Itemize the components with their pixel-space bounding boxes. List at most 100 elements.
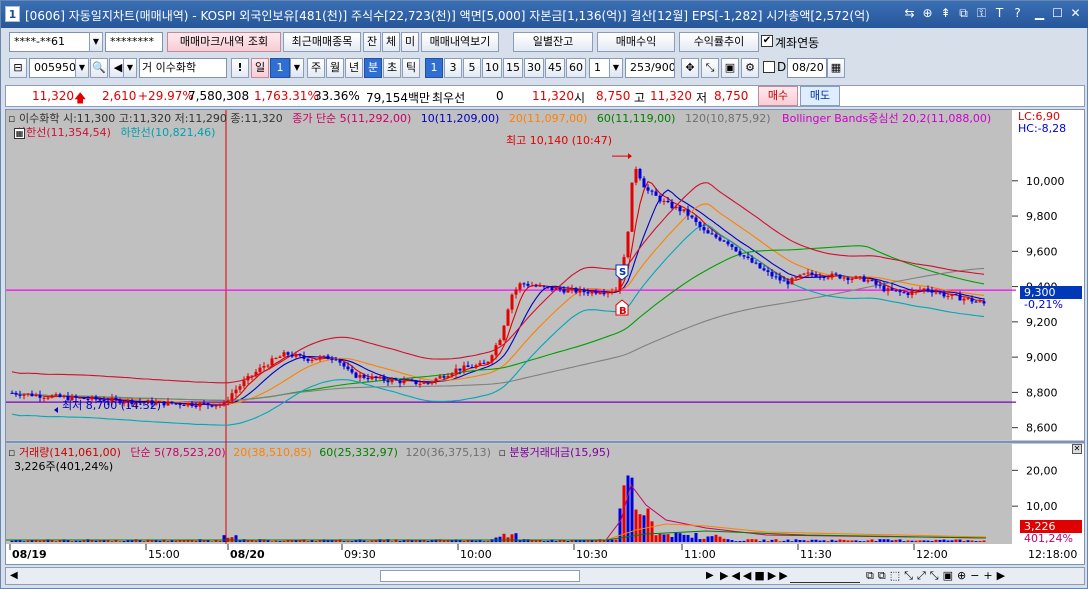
period-count[interactable]: 1 <box>270 58 290 78</box>
minimize-icon[interactable]: ▁ <box>1031 5 1048 22</box>
zoom-slider[interactable] <box>790 569 860 583</box>
draw-tool-icon[interactable]: ⤡ <box>701 58 719 78</box>
volume-bar <box>946 540 950 542</box>
font-size-icon[interactable]: T <box>991 5 1008 22</box>
play-icon[interactable]: ▶ <box>720 569 731 582</box>
maximize-icon[interactable]: ☐ <box>1049 5 1066 22</box>
zoom-out-icon[interactable]: − <box>970 569 983 582</box>
minute-10-button[interactable]: 10 <box>482 58 502 78</box>
minute-3-button[interactable]: 3 <box>444 58 462 78</box>
tab-unfilled[interactable]: 미 <box>401 32 419 52</box>
volume-bar <box>110 541 114 542</box>
period-tick-button[interactable]: 틱 <box>402 58 420 78</box>
date-checkbox[interactable] <box>763 61 775 73</box>
account-dropdown-icon[interactable]: ▼ <box>89 32 103 52</box>
period-count-dropdown-icon[interactable]: ▼ <box>290 58 304 78</box>
chart-window: 1 [0606] 자동일지차트(매매내역) - KOSPI 외국인보유[481(… <box>0 0 1088 589</box>
layout-icon[interactable]: ⧉ <box>866 569 878 582</box>
stock-name-field[interactable]: 거 이수화학 <box>139 58 227 78</box>
daily-balance-button[interactable]: 일별잔고 <box>513 32 593 52</box>
interval-dropdown-icon[interactable]: ▼ <box>609 58 623 78</box>
pin-top-icon[interactable]: ⇞ <box>937 5 954 22</box>
link-icon[interactable]: ⇆ <box>901 5 918 22</box>
zoom-in-icon[interactable]: + <box>983 569 996 582</box>
volume-bar <box>982 540 986 542</box>
minute-15-button[interactable]: 15 <box>503 58 523 78</box>
close-icon[interactable]: ✕ <box>1067 5 1084 22</box>
candle-down <box>374 376 378 379</box>
period-minute-button[interactable]: 분 <box>364 58 382 78</box>
trade-profit-button[interactable]: 매매수익 <box>597 32 675 52</box>
interval-select[interactable]: 1 <box>589 58 611 78</box>
candle-down <box>694 217 698 223</box>
mark-query-button[interactable]: 매매마크/내역 조회 <box>167 32 281 52</box>
password-input[interactable]: ******** <box>105 32 163 52</box>
bar-count-input[interactable]: 253/900 <box>625 58 675 78</box>
code-dropdown-icon[interactable]: ▼ <box>75 58 89 78</box>
date-input[interactable]: 08/20 <box>787 58 827 78</box>
candle-down <box>346 366 350 370</box>
copy-window-icon[interactable]: ⧉ <box>955 5 972 22</box>
split-icon[interactable]: ⧉ <box>878 569 890 582</box>
minute-45-button[interactable]: 45 <box>545 58 565 78</box>
volume-bar <box>910 540 914 542</box>
candle-down <box>338 359 342 363</box>
scroll-thumb[interactable] <box>380 570 580 582</box>
playback-controls[interactable]: ▶◀◀■▶▶ <box>720 569 791 582</box>
snapshot-icon[interactable]: ▣ <box>943 569 957 582</box>
chart-area[interactable]: 8,6008,8009,0009,2009,4009,6009,80010,00… <box>5 109 1085 565</box>
scroll-end-icon[interactable]: ▶ <box>997 569 1009 582</box>
volume-bar <box>546 540 550 542</box>
calendar-small-icon[interactable]: ▦ <box>14 128 25 139</box>
stop-icon[interactable]: ■ <box>754 569 767 582</box>
buy-button[interactable]: 매수 <box>758 86 798 106</box>
period-day-button[interactable]: 일 <box>251 58 269 78</box>
volume-bar <box>970 540 974 542</box>
search-zoom-icon[interactable]: ⊕ <box>957 569 970 582</box>
symbol-search-icon[interactable]: ⊟ <box>9 58 27 78</box>
candle-up <box>34 394 38 397</box>
period-second-button[interactable]: 초 <box>383 58 401 78</box>
period-year-button[interactable]: 년 <box>345 58 363 78</box>
volume-bar <box>194 540 198 542</box>
alert-button[interactable]: ! <box>231 58 249 78</box>
shape-icon[interactable]: ⬚ <box>890 569 904 582</box>
minute-5-button[interactable]: 5 <box>463 58 481 78</box>
calendar-icon[interactable]: ▦ <box>827 58 845 78</box>
period-month-button[interactable]: 월 <box>326 58 344 78</box>
stock-code-input[interactable]: 005950 <box>29 58 77 78</box>
forward-icon[interactable]: ▶▶ <box>768 569 791 582</box>
diag-down-icon[interactable]: ⤡ <box>904 569 917 582</box>
high-annotation: 최고 10,140 (10:47) <box>506 134 613 147</box>
minute-60-button[interactable]: 60 <box>566 58 586 78</box>
view-tools[interactable]: ⧉⧉⬚⤡⤢⤡▣⊕−+▶ <box>866 569 1009 583</box>
scroll-left-icon[interactable]: ◀ <box>10 570 18 581</box>
minute-1-button[interactable]: 1 <box>425 58 443 78</box>
tab-balance[interactable]: 잔 <box>363 32 381 52</box>
period-week-button[interactable]: 주 <box>307 58 325 78</box>
help-icon[interactable]: ? <box>1009 5 1026 22</box>
chart-scrollbar[interactable]: ◀ ▶ ▶◀◀■▶▶ ⧉⧉⬚⤡⤢⤡▣⊕−+▶ <box>5 567 1085 585</box>
rewind-icon[interactable]: ◀◀ <box>731 569 754 582</box>
zoom-fit-icon[interactable]: ⤡ <box>930 569 943 582</box>
search-icon[interactable]: 🔍 <box>90 58 108 78</box>
account-link-checkbox[interactable]: ✔ <box>761 35 773 47</box>
panel-close-icon[interactable]: ✕ <box>1072 444 1082 454</box>
minute-30-button[interactable]: 30 <box>524 58 544 78</box>
return-trend-button[interactable]: 수익률추이 <box>679 32 759 52</box>
diag-up-icon[interactable]: ⤢ <box>917 569 930 582</box>
scroll-right-icon[interactable]: ▶ <box>706 570 714 581</box>
speaker-dropdown-icon[interactable]: ▼ <box>123 58 137 78</box>
recent-trades-button[interactable]: 최근매매종목 <box>283 32 361 52</box>
settings-gear-icon[interactable]: ⚙ <box>741 58 759 78</box>
account-toolbar: ****-**61 ▼ ******** 매매마크/내역 조회 최근매매종목 잔… <box>5 32 1085 54</box>
save-icon[interactable]: ▣ <box>721 58 739 78</box>
chart-svg[interactable]: 8,6008,8009,0009,2009,4009,6009,80010,00… <box>6 110 1084 564</box>
trade-history-button[interactable]: 매매내역보기 <box>421 32 499 52</box>
account-input[interactable]: ****-**61 <box>9 32 91 52</box>
lock-icon[interactable]: ⚿ <box>973 5 990 22</box>
crosshair-icon[interactable]: ✥ <box>681 58 699 78</box>
pin-icon[interactable]: ⊕ <box>919 5 936 22</box>
tab-filled[interactable]: 체 <box>382 32 400 52</box>
sell-button[interactable]: 매도 <box>800 86 840 106</box>
